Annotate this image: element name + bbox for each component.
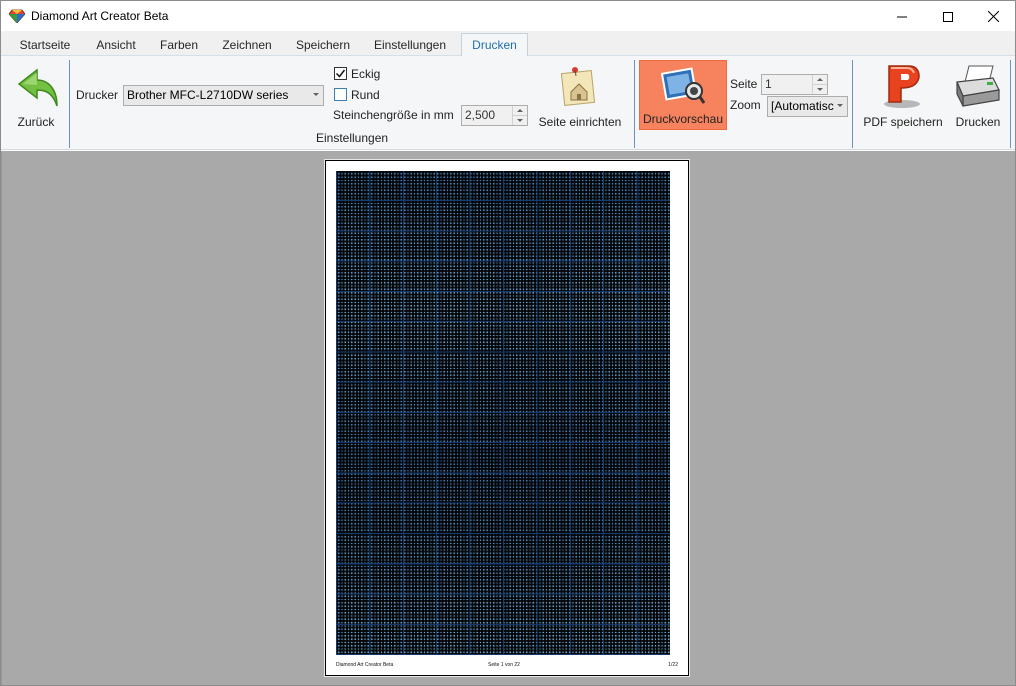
page-label: Seite <box>730 77 758 91</box>
zoom-label: Zoom <box>730 98 761 112</box>
diamond-pattern-grid <box>336 171 670 655</box>
page-footer-page-number: 1/22 <box>668 662 678 668</box>
spinner-buttons[interactable] <box>812 75 827 94</box>
printer-label: Drucker <box>76 88 119 102</box>
printer-value: Brother MFC-L2710DW series <box>127 88 289 102</box>
zoom-value: [Automatisc <box>771 99 834 113</box>
page-footer-app-name: Diamond Art Creator Beta <box>336 662 394 668</box>
checkmark-icon <box>335 69 346 78</box>
spin-down-button[interactable] <box>813 85 827 95</box>
minimize-button[interactable] <box>879 1 925 32</box>
tab-farben[interactable]: Farben <box>151 35 207 56</box>
tab-zeichnen[interactable]: Zeichnen <box>211 35 283 56</box>
print-preview-page: Diamond Art Creator Beta Seite 1 von 22 … <box>325 160 689 676</box>
ribbon-tab-row: Startseite Ansicht Farben Zeichnen Speic… <box>1 31 1015 57</box>
print-preview-button[interactable]: Druckvorschau <box>639 60 727 130</box>
window-title: Diamond Art Creator Beta <box>31 9 169 23</box>
ribbon-separator <box>1010 60 1011 148</box>
printer-dropdown[interactable]: Brother MFC-L2710DW series <box>123 85 324 106</box>
back-arrow-icon <box>17 68 58 107</box>
print-preview-icon <box>660 67 706 104</box>
tab-einstellungen[interactable]: Einstellungen <box>363 35 457 56</box>
print-preview-label: Druckvorschau <box>642 112 724 126</box>
chevron-down-icon <box>837 104 843 107</box>
ribbon-panel: Zurück Drucker Brother MFC-L2710DW serie… <box>1 56 1015 150</box>
print-label: Drucken <box>955 115 1001 129</box>
stone-size-spinner[interactable]: 2,500 <box>461 105 528 126</box>
pdf-save-button[interactable]: PDF speichern <box>861 60 945 130</box>
tab-drucken[interactable]: Drucken <box>461 33 528 57</box>
maximize-icon <box>943 11 953 22</box>
spin-down-button[interactable] <box>513 116 527 126</box>
page-footer-page-count: Seite 1 von 22 <box>488 662 520 668</box>
back-button[interactable]: Zurück <box>5 60 67 130</box>
rund-label: Rund <box>351 88 380 102</box>
spin-up-icon <box>817 78 823 81</box>
minimize-icon <box>897 16 907 17</box>
pdf-icon <box>884 65 920 108</box>
stone-size-value: 2,500 <box>465 108 496 122</box>
spinner-buttons[interactable] <box>512 106 527 125</box>
print-button[interactable]: Drucken <box>949 60 1007 130</box>
page-setup-icon <box>560 67 596 107</box>
back-label: Zurück <box>17 115 55 129</box>
rund-checkbox[interactable] <box>334 88 347 101</box>
spin-up-button[interactable] <box>513 106 527 116</box>
ribbon-separator <box>69 60 70 148</box>
page-setup-label: Seite einrichten <box>538 115 622 129</box>
spin-up-button[interactable] <box>813 75 827 85</box>
spin-up-icon <box>517 109 523 112</box>
diamond-app-icon <box>9 9 25 23</box>
spin-down-icon <box>817 87 823 91</box>
ribbon-separator <box>634 60 635 148</box>
close-icon <box>987 11 999 22</box>
chevron-down-icon <box>313 93 319 96</box>
tab-ansicht[interactable]: Ansicht <box>85 35 147 56</box>
page-setup-button[interactable]: Seite einrichten <box>537 60 623 130</box>
pdf-save-label: PDF speichern <box>863 115 943 129</box>
page-spinner[interactable]: 1 <box>761 74 828 95</box>
page-value: 1 <box>765 77 772 91</box>
tab-speichern[interactable]: Speichern <box>287 35 359 56</box>
close-button[interactable] <box>970 1 1016 32</box>
title-bar: Diamond Art Creator Beta <box>0 0 1016 31</box>
tab-startseite[interactable]: Startseite <box>9 35 81 56</box>
ribbon-separator <box>852 60 853 148</box>
window-border <box>0 31 1 686</box>
eckig-label: Eckig <box>351 67 381 81</box>
stone-size-label: Steinchengröße in mm <box>333 108 454 122</box>
spin-down-icon <box>517 118 523 122</box>
maximize-button[interactable] <box>925 1 971 32</box>
zoom-dropdown[interactable]: [Automatisc <box>767 96 848 117</box>
settings-group-label: Einstellungen <box>316 131 389 145</box>
printer-icon <box>956 65 1000 107</box>
eckig-checkbox[interactable] <box>334 67 347 80</box>
